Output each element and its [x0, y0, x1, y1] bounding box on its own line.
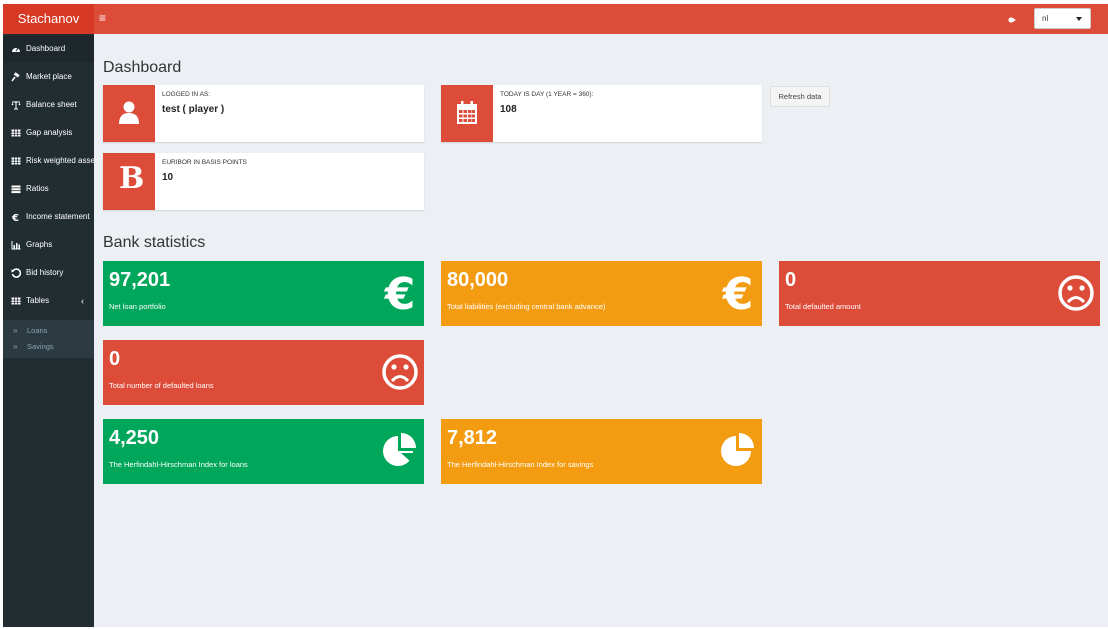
sidebar-item-label: Risk weighted assets	[26, 156, 94, 165]
stat-label: Total liabilities (excluding central ban…	[447, 302, 606, 311]
sidebar-item-label: Gap analysis	[26, 128, 73, 137]
frown-icon	[1058, 275, 1094, 311]
pie-chart-icon	[721, 433, 754, 466]
sidebar-item-label: Bid history	[26, 268, 64, 277]
stat-hhi-loans: 4,250 The Herfindahl-Hirschman Index for…	[103, 419, 424, 484]
language-select[interactable]: nl	[1034, 8, 1091, 29]
language-select-value: nl	[1042, 14, 1049, 23]
frown-icon	[382, 354, 418, 390]
euro-icon: €	[384, 271, 416, 315]
balance-scale-icon	[11, 101, 21, 110]
sidebar-subitem-label: Savings	[27, 342, 54, 351]
calendar-icon	[457, 101, 477, 124]
tables-submenu: » Loans » Savings	[3, 320, 94, 358]
sidebar-item-graphs[interactable]: Graphs	[3, 232, 94, 258]
euribor-box: B EURIBOR IN BASIS POINTS 10	[103, 153, 424, 210]
double-chevron-right-icon: »	[13, 326, 18, 335]
logged-in-value: test ( player )	[162, 104, 225, 115]
svg-text:€: €	[384, 271, 416, 315]
user-icon	[119, 101, 139, 124]
list-icon	[11, 185, 21, 194]
sidebar-item-label: Dashboard	[26, 44, 66, 53]
sidebar-item-risk-weighted-assets[interactable]: Risk weighted assets	[3, 148, 94, 174]
stat-hhi-savings: 7,812 The Herfindahl-Hirschman Index for…	[441, 419, 762, 484]
stat-net-loan-portfolio: 97,201 Net loan portfolio €	[103, 261, 424, 326]
sign-out-icon[interactable]	[1004, 13, 1018, 27]
refresh-data-button[interactable]: Refresh data	[770, 86, 830, 107]
main-content: Dashboard LOGGED IN AS: test ( player )	[94, 34, 1108, 627]
stat-label: The Herfindahl-Hirschman Index for savin…	[447, 460, 594, 469]
stat-label: Net loan portfolio	[109, 302, 166, 311]
sidebar-item-gap-analysis[interactable]: Gap analysis	[3, 120, 94, 146]
top-navbar: Stachanov ≡ nl	[3, 4, 1108, 34]
euro-icon: €	[722, 271, 754, 315]
section-title-bank-statistics: Bank statistics	[103, 234, 206, 251]
sidebar-subitem-label: Loans	[27, 326, 48, 335]
today-icon-area	[441, 85, 493, 142]
sidebar-item-label: Balance sheet	[26, 100, 77, 109]
sidebar-item-tables[interactable]: Tables ‹	[3, 288, 94, 314]
stat-value: 4,250	[109, 427, 160, 449]
euribor-b-icon: B	[119, 161, 145, 196]
euro-icon: €	[11, 213, 19, 222]
stat-value: 7,812	[447, 427, 498, 449]
sidebar-item-label: Market place	[26, 72, 72, 81]
sidebar-item-label: Graphs	[26, 240, 53, 249]
sidebar: Dashboard Market place Balance sheet Gap…	[3, 34, 94, 627]
euribor-caption: EURIBOR IN BASIS POINTS	[162, 159, 247, 166]
stat-value: 0	[109, 348, 121, 370]
sidebar-subitem-loans[interactable]: » Loans	[3, 323, 94, 339]
stat-label: Total defaulted amount	[785, 302, 861, 311]
stat-value: 80,000	[447, 269, 509, 291]
dashboard-icon	[12, 47, 20, 52]
sidebar-item-label: Ratios	[26, 184, 49, 193]
logged-in-caption: LOGGED IN AS:	[162, 91, 211, 98]
chevron-down-icon	[1076, 17, 1082, 21]
today-box: TODAY IS DAY (1 YEAR = 360): 108	[441, 85, 762, 142]
euribor-icon-area: B	[103, 153, 155, 210]
today-caption: TODAY IS DAY (1 YEAR = 360):	[500, 91, 594, 98]
sidebar-item-income-statement[interactable]: € Income statement	[3, 204, 94, 230]
svg-text:€: €	[11, 213, 19, 222]
stat-value: 97,201	[109, 269, 171, 291]
menu-toggle-icon[interactable]: ≡	[99, 4, 113, 34]
logged-in-icon-area	[103, 85, 155, 142]
table-icon	[11, 297, 21, 305]
table-icon	[11, 129, 21, 137]
sidebar-subitem-savings[interactable]: » Savings	[3, 339, 94, 355]
sidebar-item-bid-history[interactable]: Bid history	[3, 260, 94, 286]
svg-text:€: €	[722, 271, 754, 315]
stat-value: 0	[785, 269, 797, 291]
sidebar-item-label: Tables	[26, 296, 50, 305]
today-value: 108	[500, 104, 517, 115]
stat-total-defaulted-loans: 0 Total number of defaulted loans	[103, 340, 424, 405]
sidebar-item-label: Income statement	[26, 212, 90, 221]
stat-total-liabilities: 80,000 Total liabilities (excluding cent…	[441, 261, 762, 326]
history-icon	[11, 268, 21, 278]
chevron-left-icon: ‹	[81, 296, 84, 306]
stat-total-defaulted-amount: 0 Total defaulted amount	[779, 261, 1100, 326]
brand-logo[interactable]: Stachanov	[3, 4, 94, 34]
sidebar-item-market-place[interactable]: Market place	[3, 64, 94, 90]
gavel-icon	[11, 72, 20, 82]
bar-chart-icon	[11, 241, 21, 250]
sidebar-item-dashboard[interactable]: Dashboard	[3, 36, 94, 62]
double-chevron-right-icon: »	[13, 342, 18, 351]
sidebar-item-balance-sheet[interactable]: Balance sheet	[3, 92, 94, 118]
table-icon	[11, 157, 21, 165]
euribor-value: 10	[162, 172, 174, 183]
stat-label: The Herfindahl-Hirschman Index for loans	[109, 460, 248, 469]
pie-chart-icon	[383, 433, 416, 466]
stat-label: Total number of defaulted loans	[109, 381, 214, 390]
app-frame: Stachanov ≡ nl Dashboard Market place Ba…	[3, 4, 1108, 627]
logged-in-box: LOGGED IN AS: test ( player )	[103, 85, 424, 142]
sidebar-item-ratios[interactable]: Ratios	[3, 176, 94, 202]
page-title: Dashboard	[103, 59, 182, 76]
